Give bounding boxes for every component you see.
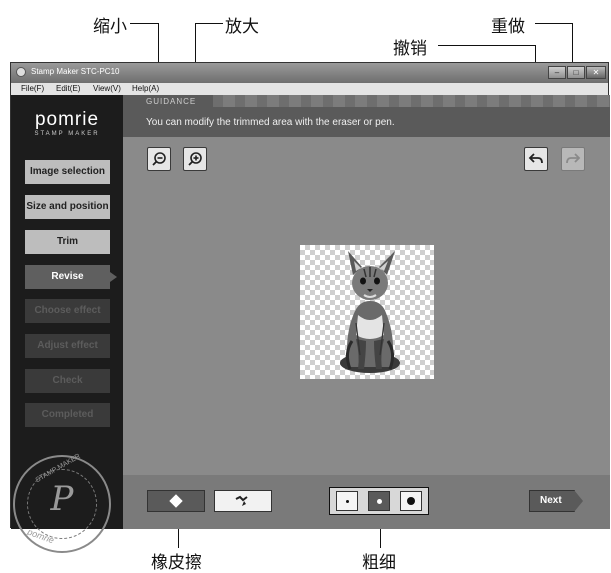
undo-icon [528, 153, 543, 164]
step-size-and-position[interactable]: Size and position [25, 195, 110, 219]
annotation-line-redo [535, 23, 573, 24]
size-large-button[interactable] [400, 491, 422, 511]
zoom-out-icon [152, 152, 166, 166]
menu-bar: File(F) Edit(E) View(V) Help(A) [11, 83, 608, 95]
stamp-letter: P [50, 479, 74, 519]
guidance-text: You can modify the trimmed area with the… [146, 117, 395, 128]
annotation-zoom-out: 缩小 [93, 17, 127, 37]
size-medium-dot [376, 498, 382, 504]
menu-file[interactable]: File(F) [21, 84, 44, 93]
logo-subtitle: STAMP MAKER [34, 131, 100, 137]
annotation-line-undo [438, 45, 536, 46]
menu-view[interactable]: View(V) [93, 84, 121, 93]
minimize-button[interactable]: – [548, 66, 566, 79]
cat-image [340, 251, 400, 373]
annotation-redo: 重做 [491, 17, 525, 37]
menu-edit[interactable]: Edit(E) [56, 84, 80, 93]
size-medium-button[interactable] [368, 491, 390, 511]
zoom-in-icon [188, 152, 202, 166]
pen-button[interactable] [214, 490, 272, 512]
maximize-button[interactable]: □ [567, 66, 585, 79]
step-choose-effect: Choose effect [25, 299, 110, 323]
step-revise[interactable]: Revise [25, 265, 117, 289]
logo: pomrie [34, 109, 100, 130]
step-adjust-effect: Adjust effect [25, 334, 110, 358]
annotation-zoom-in: 放大 [225, 17, 259, 37]
annotation-line-zoom-out [130, 23, 158, 24]
step-trim[interactable]: Trim [25, 230, 110, 254]
thickness-selector [329, 487, 429, 515]
sidebar: pomrie STAMP MAKER Image selection Size … [11, 95, 123, 553]
app-window: Stamp Maker STC-PC10 – □ ✕ File(F) Edit(… [10, 62, 610, 553]
size-small-button[interactable] [336, 491, 358, 511]
close-button[interactable]: ✕ [586, 66, 606, 79]
undo-button[interactable] [524, 147, 548, 171]
annotation-eraser: 橡皮擦 [151, 553, 202, 573]
step-image-selection[interactable]: Image selection [25, 160, 110, 184]
bottom-toolbar: Next [123, 475, 610, 529]
trimmed-image[interactable] [300, 245, 434, 379]
eraser-icon [169, 494, 183, 508]
redo-icon [566, 153, 581, 164]
menu-help[interactable]: Help(A) [132, 84, 159, 93]
edit-canvas[interactable] [123, 137, 610, 475]
size-large-dot [407, 497, 415, 505]
title-bar: Stamp Maker STC-PC10 – □ ✕ [11, 63, 608, 83]
annotation-undo: 撤销 [393, 39, 427, 59]
zoom-in-button[interactable] [183, 147, 207, 171]
stamp-logo: STAMP MAKER P pomrie [13, 453, 111, 553]
guidance-bar: GUIDANCE You can modify the trimmed area… [123, 95, 610, 137]
step-check: Check [25, 369, 110, 393]
app-icon [16, 67, 26, 77]
next-button[interactable]: Next [529, 490, 583, 512]
window-title: Stamp Maker STC-PC10 [31, 67, 120, 76]
guidance-pattern [213, 95, 610, 107]
annotation-line-zoom-in [195, 23, 223, 24]
pen-icon [235, 495, 248, 506]
zoom-out-button[interactable] [147, 147, 171, 171]
size-small-dot [345, 499, 349, 503]
guidance-label: GUIDANCE [146, 97, 197, 106]
eraser-button[interactable] [147, 490, 205, 512]
step-completed: Completed [25, 403, 110, 427]
annotation-thickness: 粗细 [362, 553, 396, 573]
redo-button[interactable] [561, 147, 585, 171]
